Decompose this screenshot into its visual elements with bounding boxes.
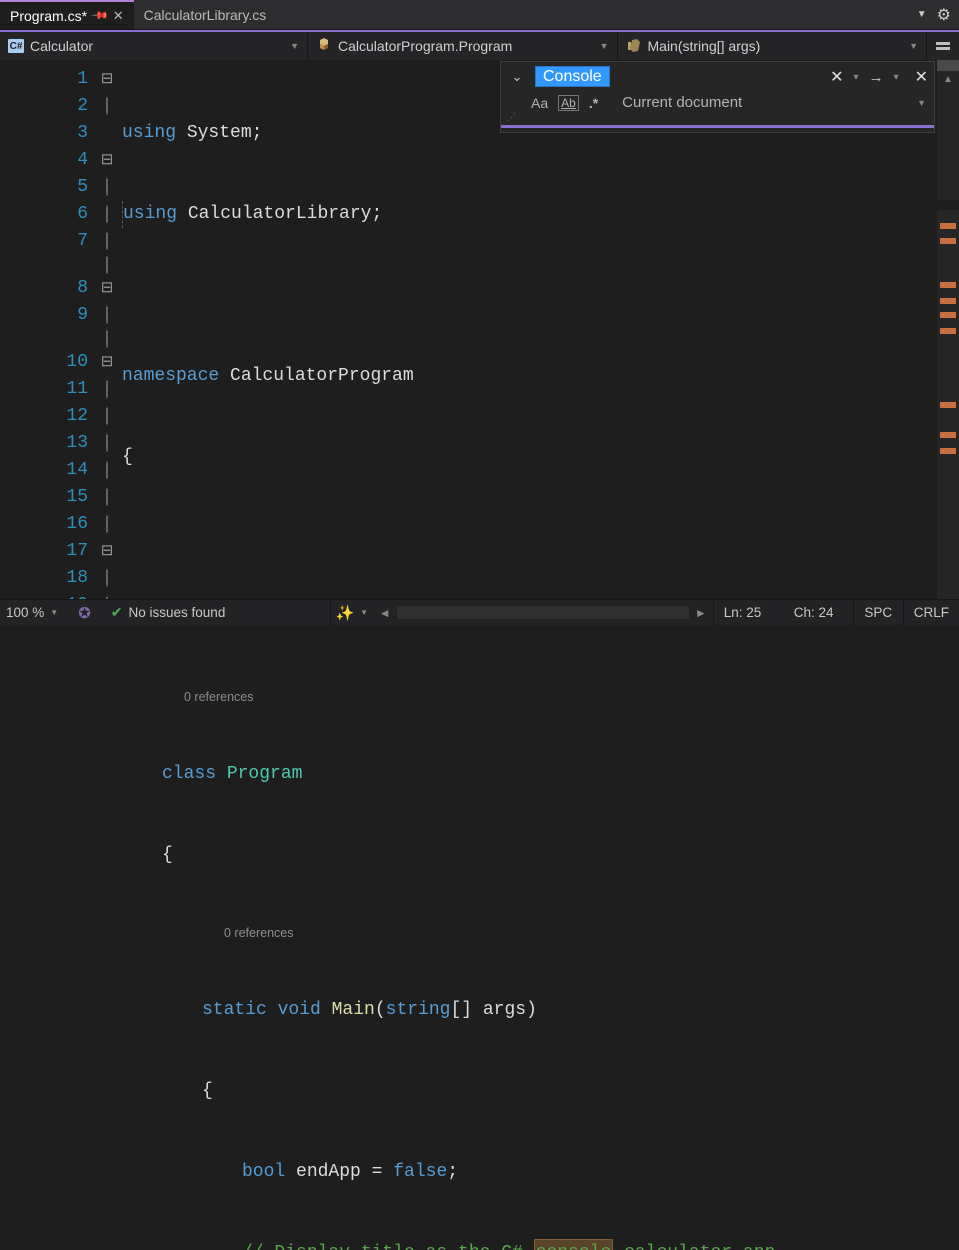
intellicode-button[interactable]: ✪ <box>68 600 101 625</box>
close-icon[interactable]: ✕ <box>113 8 124 24</box>
indent-mode[interactable]: SPC <box>854 600 904 625</box>
fold-toggle[interactable]: ⊟ <box>96 66 118 93</box>
code-area[interactable]: using System; using CalculatorLibrary; n… <box>118 60 959 599</box>
scroll-right-icon[interactable]: ► <box>695 606 707 620</box>
line-number: 16 <box>0 511 88 538</box>
method-icon <box>626 38 642 54</box>
caret-line[interactable]: Ln: 25 <box>714 600 784 625</box>
tab-calculatorlibrary-cs[interactable]: CalculatorLibrary.cs <box>134 0 277 29</box>
fold-toggle[interactable]: ⊟ <box>96 147 118 174</box>
line-number: 5 <box>0 174 88 201</box>
fold-gutter: ⊟ │ ⊟ │││ │ ⊟ │ │ ⊟ ││││││ ⊟ ││ <box>96 60 118 599</box>
tab-label: CalculatorLibrary.cs <box>144 7 267 23</box>
code-editor[interactable]: 1 2 3 4 5 6 7 8 9 10 11 12 13 14 15 16 1… <box>0 60 959 599</box>
wand-icon: ✨ <box>335 604 354 622</box>
find-panel: ⌄ Console ✕ ▾ → ▾ ✕ Aa Ab .* Current doc… <box>500 61 935 133</box>
fold-toggle[interactable]: ⊟ <box>96 275 118 302</box>
line-number: 10 <box>0 349 88 376</box>
dropdown-icon[interactable]: ▾ <box>854 72 859 83</box>
pin-icon[interactable]: 📌 <box>90 6 109 25</box>
chevron-down-icon: ▼ <box>909 41 918 51</box>
expand-replace-icon[interactable]: ⌄ <box>509 69 525 85</box>
line-number: 12 <box>0 403 88 430</box>
brain-icon: ✪ <box>78 604 91 622</box>
line-number: 3 <box>0 120 88 147</box>
cleanup-button[interactable]: ✨▼ <box>331 600 373 625</box>
chevron-down-icon: ▼ <box>600 41 609 51</box>
line-number-gutter: 1 2 3 4 5 6 7 8 9 10 11 12 13 14 15 16 1… <box>0 60 96 599</box>
line-number: 1 <box>0 66 88 93</box>
check-icon: ✔ <box>111 604 123 621</box>
scroll-left-icon[interactable]: ◄ <box>379 606 391 620</box>
tab-program-cs[interactable]: Program.cs* 📌 ✕ <box>0 0 134 29</box>
zoom-level[interactable]: 100 % ▼ <box>0 600 68 625</box>
line-ending[interactable]: CRLF <box>904 600 959 625</box>
split-icon <box>935 38 951 54</box>
vertical-scrollbar[interactable]: ▲ <box>937 60 959 599</box>
line-number: 9 <box>0 302 88 329</box>
dropdown-icon[interactable]: ▾ <box>894 72 899 83</box>
resize-grip-icon[interactable]: ⋰ <box>501 112 934 123</box>
chevron-down-icon: ▼ <box>50 608 58 617</box>
status-bar: 100 % ▼ ✪ ✔ No issues found ✨▼ ◄ ► Ln: 2… <box>0 599 959 625</box>
tab-label: Program.cs* <box>10 8 87 24</box>
horizontal-scrollbar[interactable]: ◄ ► <box>373 600 714 625</box>
line-number: 8 <box>0 275 88 302</box>
nav-member-label: Main(string[] args) <box>648 38 761 54</box>
line-number: 14 <box>0 457 88 484</box>
caret-col[interactable]: Ch: 24 <box>784 600 854 625</box>
nav-project-label: Calculator <box>30 38 93 54</box>
find-input[interactable]: Console <box>535 66 610 87</box>
fold-toggle[interactable]: ⊟ <box>96 349 118 376</box>
codelens[interactable]: 0 references <box>122 923 959 943</box>
nav-type-label: CalculatorProgram.Program <box>338 38 512 54</box>
line-number: 4 <box>0 147 88 174</box>
line-number: 15 <box>0 484 88 511</box>
tab-overflow-dropdown[interactable]: ▼ <box>917 9 927 20</box>
codelens[interactable]: 0 references <box>122 687 959 707</box>
line-number: 2 <box>0 93 88 120</box>
error-list-status[interactable]: ✔ No issues found <box>101 600 331 625</box>
line-number: 7 <box>0 228 88 255</box>
regex-toggle[interactable]: .* <box>589 95 598 111</box>
chevron-down-icon: ▼ <box>290 41 299 51</box>
nav-member[interactable]: Main(string[] args) ▼ <box>618 32 928 60</box>
find-scope-label[interactable]: Current document <box>622 94 907 111</box>
nav-project[interactable]: C# Calculator ▼ <box>0 32 308 60</box>
close-find-icon[interactable]: ✕ <box>915 67 928 87</box>
nav-type[interactable]: CalculatorProgram.Program ▼ <box>308 32 618 60</box>
line-number: 13 <box>0 430 88 457</box>
scroll-up-icon[interactable]: ▲ <box>937 74 959 85</box>
split-editor-button[interactable] <box>927 32 959 60</box>
line-number: 17 <box>0 538 88 565</box>
csharp-icon: C# <box>8 39 24 53</box>
line-number: 18 <box>0 565 88 592</box>
fold-toggle[interactable]: ⊟ <box>96 538 118 565</box>
line-number: 6 <box>0 201 88 228</box>
navigation-bar: C# Calculator ▼ CalculatorProgram.Progra… <box>0 30 959 60</box>
class-icon <box>316 38 332 54</box>
split-handle[interactable] <box>937 60 959 71</box>
whole-word-toggle[interactable]: Ab <box>558 95 579 111</box>
match-case-toggle[interactable]: Aa <box>531 95 548 111</box>
gear-icon[interactable]: ⚙ <box>937 5 951 25</box>
find-next-icon[interactable]: → <box>869 69 884 86</box>
close-icon[interactable]: ✕ <box>830 67 843 87</box>
chevron-down-icon[interactable]: ▼ <box>917 98 926 108</box>
document-tabs: Program.cs* 📌 ✕ CalculatorLibrary.cs ▼ ⚙ <box>0 0 959 30</box>
line-number: 11 <box>0 376 88 403</box>
